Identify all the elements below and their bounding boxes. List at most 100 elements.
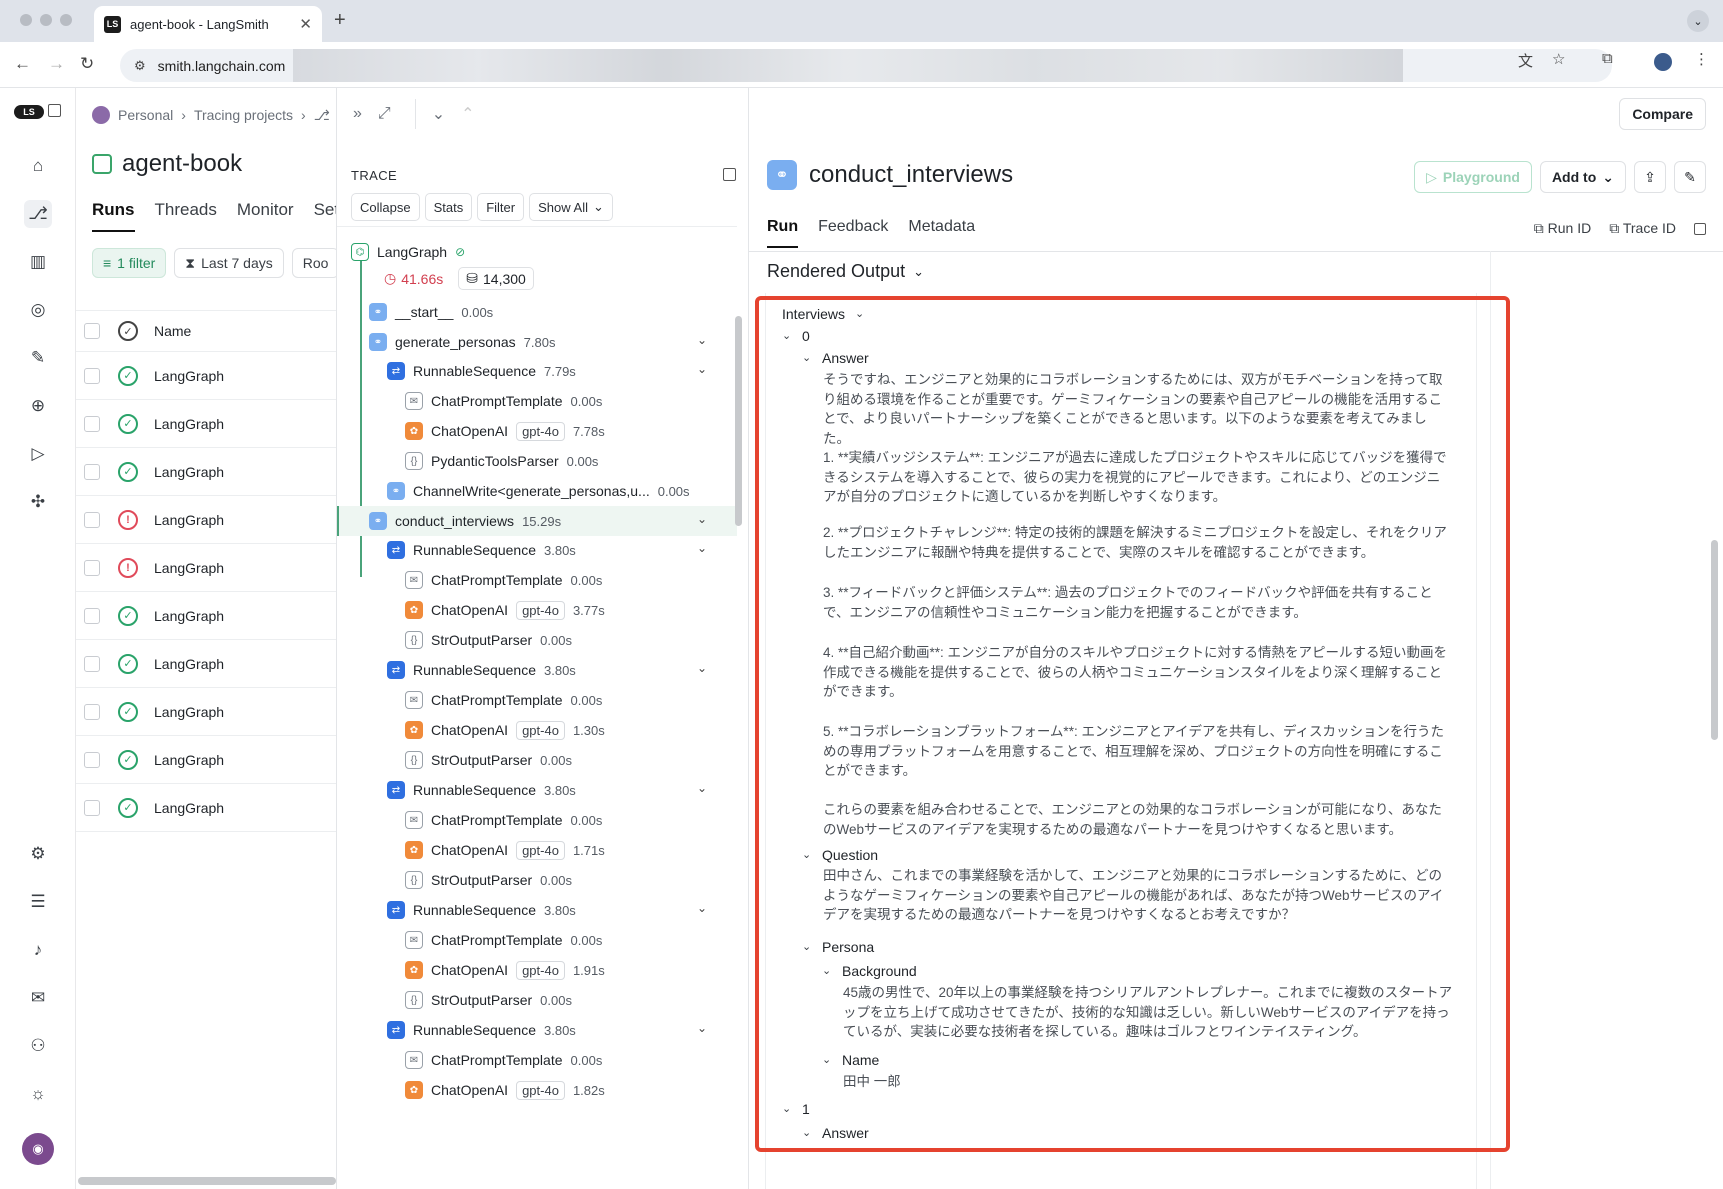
window-minimize-button[interactable] (40, 14, 52, 26)
chevron-down-icon[interactable]: ⌄ (697, 333, 707, 347)
chevron-down-icon[interactable]: ⌄ (697, 512, 707, 526)
collapse-panel-icon[interactable]: » (353, 105, 362, 123)
tab-threads[interactable]: Threads (155, 200, 217, 232)
breadcrumb-personal[interactable]: Personal (118, 107, 173, 123)
name-column-header[interactable]: Name (154, 323, 191, 339)
mail-icon[interactable]: ✉ (24, 984, 52, 1012)
trace-node[interactable]: ✿ ChatOpenAI gpt-4o 7.78s (405, 416, 605, 446)
row-checkbox[interactable] (84, 463, 100, 480)
window-close-button[interactable] (20, 14, 32, 26)
annotation-icon[interactable]: ✎ (24, 344, 52, 372)
trace-node[interactable]: ✿ ChatOpenAI gpt-4o 1.91s (405, 955, 605, 985)
table-row[interactable]: ! LangGraph (76, 544, 336, 592)
trace-node[interactable]: ✿ ChatOpenAI gpt-4o 3.77s (405, 595, 605, 625)
trace-node[interactable]: ⇄ RunnableSequence 7.79s (387, 356, 576, 386)
filter-chip[interactable]: ≡ 1 filter (92, 248, 167, 278)
table-row[interactable]: ✓ LangGraph (76, 736, 336, 784)
tab-close-icon[interactable]: ✕ (299, 15, 312, 33)
trace-node[interactable]: {} StrOutputParser 0.00s (405, 625, 572, 655)
tracing-projects-icon[interactable]: ⎇ (24, 200, 52, 228)
trace-node[interactable]: ✉ ChatPromptTemplate 0.00s (405, 925, 602, 955)
bookmark-star-icon[interactable]: ☆ (1552, 50, 1565, 68)
window-zoom-button[interactable] (60, 14, 72, 26)
tab-setup[interactable]: Set (314, 200, 336, 232)
trace-node[interactable]: ✿ ChatOpenAI gpt-4o 1.71s (405, 835, 605, 865)
user-avatar[interactable]: ◉ (22, 1133, 54, 1165)
trace-node[interactable]: ⇄ RunnableSequence 3.80s (387, 1015, 576, 1045)
chevron-down-icon[interactable]: ⌄ (697, 781, 707, 795)
edit-pencil-icon[interactable]: ✎ (1674, 161, 1706, 193)
detail-scrollbar[interactable] (1711, 540, 1718, 740)
profile-avatar[interactable] (1654, 53, 1672, 71)
deployments-icon[interactable]: ✣ (24, 488, 52, 516)
trace-node[interactable]: ✿ ChatOpenAI gpt-4o 1.30s (405, 715, 605, 745)
chevron-down-icon[interactable]: ⌄ (697, 901, 707, 915)
table-row[interactable]: ✓ LangGraph (76, 640, 336, 688)
select-all-checkbox[interactable] (84, 323, 100, 339)
url-field[interactable]: ⚙ smith.langchain.com (120, 49, 1612, 82)
tab-run[interactable]: Run (767, 218, 799, 248)
tab-monitor[interactable]: Monitor (237, 200, 294, 232)
runs-horizontal-scrollbar[interactable] (78, 1177, 336, 1185)
trace-node[interactable]: ✉ ChatPromptTemplate 0.00s (405, 685, 602, 715)
trace-node[interactable]: ✉ ChatPromptTemplate 0.00s (405, 805, 602, 835)
table-row[interactable]: ! LangGraph (76, 496, 336, 544)
expand-fullscreen-icon[interactable]: ⤢ (378, 105, 391, 123)
tab-runs[interactable]: Runs (92, 200, 135, 232)
reload-icon[interactable]: ↻ (80, 54, 94, 74)
back-arrow-icon[interactable]: ← (14, 54, 31, 74)
trace-node[interactable]: {} StrOutputParser 0.00s (405, 745, 572, 775)
tab-feedback[interactable]: Feedback (818, 218, 888, 248)
trace-node[interactable]: {} StrOutputParser 0.00s (405, 985, 572, 1015)
details-sidebar-toggle-icon[interactable] (1694, 222, 1706, 235)
row-checkbox[interactable] (84, 751, 100, 768)
chevron-down-icon[interactable]: ⌄ (697, 1021, 707, 1035)
trace-node[interactable]: ⚭ conduct_interviews 15.29s (369, 506, 561, 536)
playground-button[interactable]: ▷ Playground (1414, 161, 1532, 193)
table-row[interactable]: ✓ LangGraph (76, 400, 336, 448)
trace-node[interactable]: ✉ ChatPromptTemplate 0.00s (405, 565, 602, 595)
row-checkbox[interactable] (84, 367, 100, 384)
prompts-icon[interactable]: ⊕ (24, 392, 52, 420)
browser-menu-icon[interactable]: ⋮ (1694, 50, 1709, 68)
theme-sun-icon[interactable]: ☼ (24, 1080, 52, 1108)
langsmith-logo-icon[interactable]: LS (14, 105, 44, 119)
table-row[interactable]: ✓ LangGraph (76, 352, 336, 400)
copy-run-id-button[interactable]: ⧉ Run ID (1534, 220, 1591, 237)
chevron-down-icon[interactable]: ⌄ (697, 661, 707, 675)
trace-scrollbar[interactable] (735, 316, 742, 526)
next-run-chevron-down-icon[interactable]: ⌄ (432, 104, 445, 124)
row-checkbox[interactable] (84, 559, 100, 576)
table-row[interactable]: ✓ LangGraph (76, 592, 336, 640)
trace-node-root[interactable]: ⌬ LangGraph ⊘ (351, 237, 465, 267)
table-row[interactable]: ✓ LangGraph (76, 688, 336, 736)
forward-arrow-icon[interactable]: → (48, 54, 65, 74)
row-checkbox[interactable] (84, 607, 100, 624)
share-upload-icon[interactable]: ⇪ (1634, 161, 1666, 193)
output-mode-dropdown[interactable]: Rendered Output ⌄ (767, 261, 924, 282)
new-tab-icon[interactable]: + (334, 9, 346, 32)
docs-icon[interactable]: ☰ (24, 888, 52, 916)
chevron-down-icon[interactable]: ⌄ (697, 362, 707, 376)
date-range-chip[interactable]: ⧗ Last 7 days (174, 248, 284, 278)
playground-icon[interactable]: ▷ (24, 440, 52, 468)
filter-button[interactable]: Filter (477, 193, 525, 221)
row-checkbox[interactable] (84, 511, 100, 528)
trace-node[interactable]: {} StrOutputParser 0.00s (405, 865, 572, 895)
datasets-icon[interactable]: ◎ (24, 296, 52, 324)
table-row[interactable]: ✓ LangGraph (76, 448, 336, 496)
add-to-dropdown[interactable]: Add to ⌄ (1539, 161, 1626, 193)
trace-node[interactable]: ⚭ ChannelWrite<generate_personas,u... 0.00… (387, 476, 690, 506)
tab-metadata[interactable]: Metadata (908, 218, 975, 248)
trace-node[interactable]: ⇄ RunnableSequence 3.80s (387, 655, 576, 685)
settings-gear-icon[interactable]: ⚙ (24, 840, 52, 868)
trace-node[interactable]: ⚭ __start__ 0.00s (369, 297, 493, 327)
trace-node[interactable]: ✉ ChatPromptTemplate 0.00s (405, 1045, 602, 1075)
notifications-icon[interactable]: ♪ (24, 936, 52, 964)
chevron-down-icon[interactable]: ⌄ (697, 541, 707, 555)
trace-node[interactable]: ⚭ generate_personas 7.80s (369, 327, 555, 357)
trace-sidebar-toggle-icon[interactable] (723, 168, 736, 181)
site-settings-icon[interactable]: ⚙ (134, 58, 146, 74)
row-checkbox[interactable] (84, 655, 100, 672)
stats-button[interactable]: Stats (424, 193, 473, 221)
